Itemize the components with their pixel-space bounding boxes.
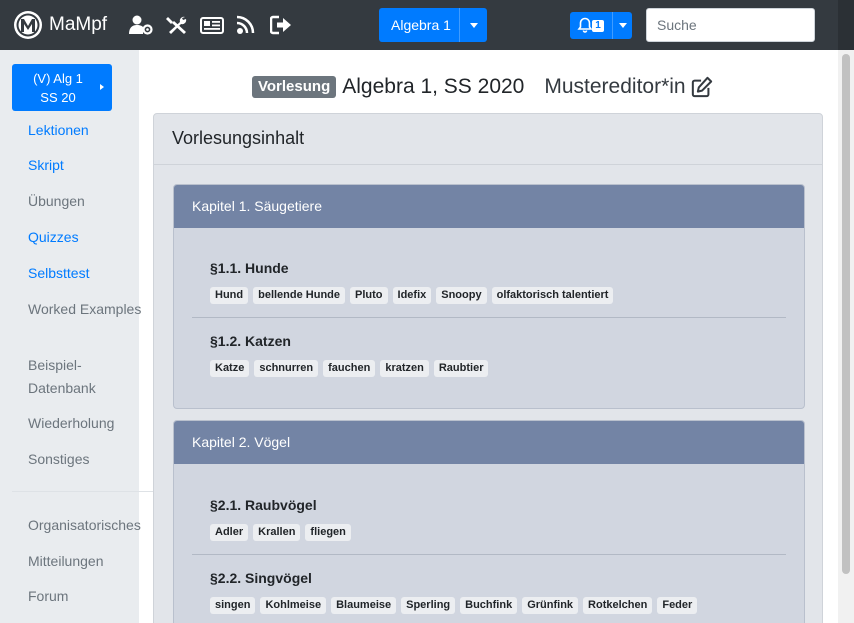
- navbar: MaMpf Algebra 1 1: [0, 0, 854, 50]
- section-divider: [192, 317, 786, 318]
- sidebar-item-lektionen[interactable]: Lektionen: [28, 118, 89, 142]
- feed-icon[interactable]: [235, 15, 259, 35]
- tag[interactable]: schnurren: [254, 360, 319, 377]
- chapter-card: Kapitel 2. Vögel §2.1. Raubvögel Adler K…: [173, 420, 805, 623]
- dropdown-separator: [612, 12, 613, 39]
- tag-list: Hund bellende Hunde Pluto Idefix Snoopy …: [192, 287, 786, 304]
- brand-link[interactable]: MaMpf: [13, 10, 107, 40]
- sidebar-item-selbsttest[interactable]: Selbsttest: [28, 261, 89, 285]
- notification-count-badge: 1: [592, 20, 604, 32]
- sidebar-item-quizzes[interactable]: Quizzes: [28, 225, 79, 249]
- section-item: §1.2. Katzen Katze schnurren fauchen kra…: [192, 331, 786, 377]
- chapter-title[interactable]: Kapitel 2. Vögel: [174, 421, 804, 464]
- search-input[interactable]: [646, 8, 815, 42]
- section-title[interactable]: §2.1. Raubvögel: [192, 495, 786, 515]
- tag[interactable]: Blaumeise: [331, 597, 397, 614]
- card-title: Vorlesungsinhalt: [154, 114, 822, 165]
- tag[interactable]: Hund: [210, 287, 249, 304]
- sidebar-divider: [12, 491, 153, 492]
- lecture-dropdown[interactable]: Algebra 1: [379, 8, 487, 42]
- section-title[interactable]: §1.1. Hunde: [192, 258, 786, 278]
- sidebar-item-uebungen: Übungen: [28, 193, 85, 209]
- sidebar: (V) Alg 1 SS 20 Lektionen Skript Übungen…: [0, 50, 153, 623]
- tag[interactable]: Kohlmeise: [260, 597, 327, 614]
- bell-icon: [577, 17, 593, 33]
- tag[interactable]: Buchfink: [460, 597, 518, 614]
- main-content: Vorlesung Algebra 1, SS 2020 Musteredito…: [139, 50, 838, 623]
- section-title[interactable]: §1.2. Katzen: [192, 331, 786, 351]
- scrollbar-top: [838, 0, 854, 50]
- section-item: §2.2. Singvögel singen Kohlmeise Blaumei…: [192, 568, 786, 614]
- dropdown-separator: [459, 8, 460, 42]
- caret-down-icon: [619, 23, 627, 28]
- chevron-right-icon: [100, 84, 104, 90]
- tag[interactable]: bellende Hunde: [253, 287, 346, 304]
- tools-icon[interactable]: [165, 15, 189, 35]
- mampf-logo-icon: [14, 11, 42, 39]
- tag[interactable]: Idefix: [392, 287, 432, 304]
- logout-icon[interactable]: [270, 15, 294, 35]
- tag[interactable]: Sperling: [401, 597, 456, 614]
- tag[interactable]: Katze: [210, 360, 250, 377]
- sidebar-lecture-button[interactable]: (V) Alg 1 SS 20: [12, 64, 112, 111]
- news-icon[interactable]: [200, 15, 224, 35]
- tag[interactable]: Adler: [210, 524, 249, 541]
- sidebar-lecture-line1: (V) Alg 1: [33, 71, 83, 86]
- lecture-type-badge: Vorlesung: [252, 76, 337, 98]
- tag[interactable]: fauchen: [323, 360, 376, 377]
- tag[interactable]: kratzen: [380, 360, 429, 377]
- sidebar-item-mitteilungen: Mitteilungen: [28, 553, 104, 569]
- lecture-content-card: Vorlesungsinhalt Kapitel 1. Säugetiere §…: [153, 113, 823, 623]
- tag[interactable]: Rotkelchen: [583, 597, 653, 614]
- sidebar-item-forum: Forum: [28, 588, 69, 604]
- section-divider: [192, 554, 786, 555]
- tag[interactable]: singen: [210, 597, 256, 614]
- tag-list: singen Kohlmeise Blaumeise Sperling Buch…: [192, 597, 786, 614]
- lecture-dropdown-label: Algebra 1: [391, 17, 451, 33]
- tag[interactable]: Pluto: [350, 287, 388, 304]
- sidebar-item-worked-examples: Worked Examples: [28, 301, 142, 317]
- tag[interactable]: Feder: [657, 597, 698, 614]
- sidebar-lecture-line2: SS 20: [40, 90, 76, 105]
- edit-icon[interactable]: [691, 76, 713, 98]
- chapter-card: Kapitel 1. Säugetiere §1.1. Hunde Hund b…: [173, 184, 805, 409]
- vertical-scrollbar[interactable]: [838, 50, 854, 623]
- notifications-button[interactable]: 1: [570, 12, 632, 39]
- sidebar-item-organisatorisches: Organisatorisches: [28, 517, 141, 533]
- tag-list: Adler Krallen fliegen: [192, 524, 786, 541]
- tag[interactable]: Snoopy: [436, 287, 487, 304]
- tag[interactable]: Krallen: [253, 524, 301, 541]
- tag[interactable]: Raubtier: [433, 360, 489, 377]
- sidebar-item-beispiel-datenbank: Beispiel-: [28, 357, 82, 373]
- tag[interactable]: fliegen: [305, 524, 351, 541]
- section-title[interactable]: §2.2. Singvögel: [192, 568, 786, 588]
- tag[interactable]: Grünfink: [522, 597, 579, 614]
- lecture-title: Algebra 1, SS 2020: [342, 75, 525, 98]
- tag-list: Katze schnurren fauchen kratzen Raubtier: [192, 360, 786, 377]
- page-title: Vorlesung Algebra 1, SS 2020 Musteredito…: [252, 73, 713, 101]
- section-item: §1.1. Hunde Hund bellende Hunde Pluto Id…: [192, 258, 786, 304]
- brand-name: MaMpf: [49, 14, 108, 35]
- section-item: §2.1. Raubvögel Adler Krallen fliegen: [192, 495, 786, 541]
- sidebar-item-beispiel-datenbank-line2: Datenbank: [28, 380, 96, 396]
- caret-down-icon: [470, 23, 478, 28]
- sidebar-item-sonstiges: Sonstiges: [28, 451, 90, 467]
- chapter-title[interactable]: Kapitel 1. Säugetiere: [174, 185, 804, 228]
- scrollbar-thumb[interactable]: [842, 54, 850, 574]
- sidebar-item-wiederholung: Wiederholung: [28, 415, 115, 431]
- user-settings-icon[interactable]: [129, 15, 153, 35]
- lecture-editor: Mustereditor*in: [544, 75, 686, 98]
- tag[interactable]: olfaktorisch talentiert: [491, 287, 614, 304]
- sidebar-item-skript[interactable]: Skript: [28, 153, 64, 177]
